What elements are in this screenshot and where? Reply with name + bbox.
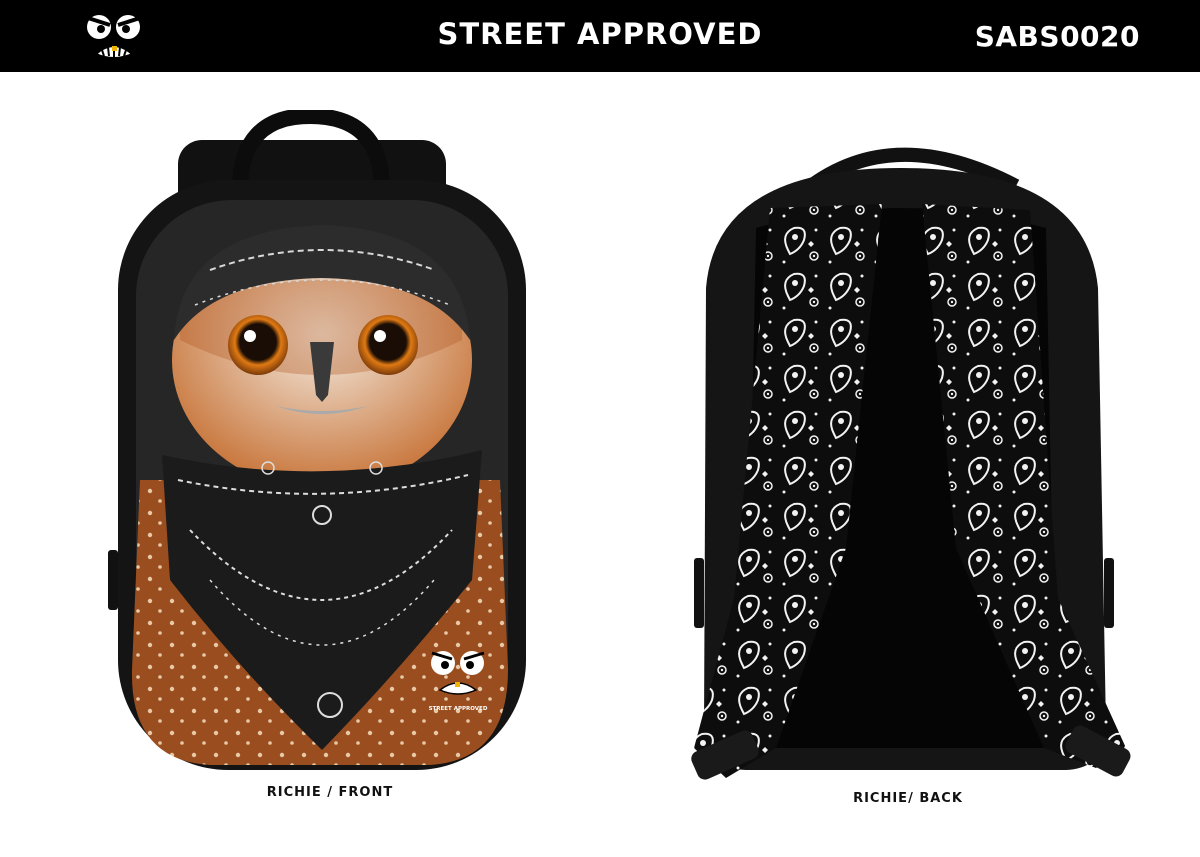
sku-code: SABS0020 [974, 20, 1140, 53]
backpack-back-image [691, 147, 1131, 780]
backpack-front-image: STREET APPROVED [108, 110, 526, 770]
header-bar: STREET APPROVED SABS0020 [0, 0, 1200, 72]
badge-text: STREET APPROVED [429, 706, 488, 712]
front-view-caption: RICHIE / FRONT [266, 785, 394, 800]
back-view-caption: RICHIE/ BACK [853, 791, 963, 806]
